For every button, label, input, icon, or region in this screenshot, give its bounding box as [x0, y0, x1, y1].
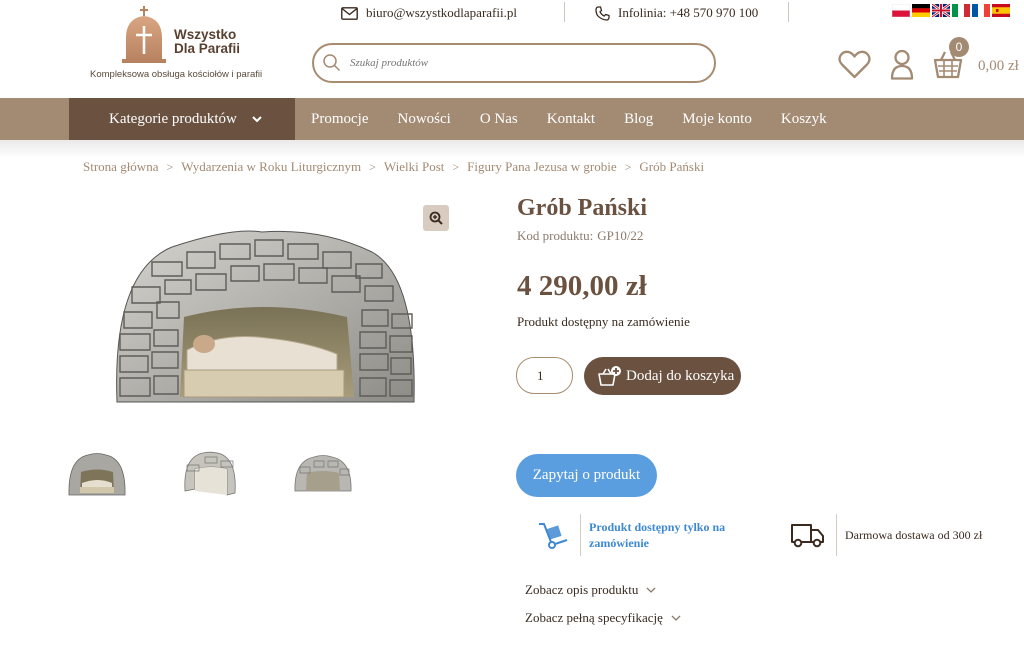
- breadcrumb-home[interactable]: Strona główna: [83, 159, 158, 175]
- phone-link[interactable]: Infolinia: +48 570 970 100: [595, 3, 758, 23]
- logo-line-2: Dla Parafii: [174, 41, 241, 56]
- product-code: Kod produktu: GP10/22: [517, 228, 643, 244]
- user-icon[interactable]: [890, 49, 914, 80]
- cart-count-badge: 0: [949, 37, 969, 57]
- ask-about-product-button[interactable]: Zapytaj o produkt: [516, 454, 657, 497]
- free-delivery-info: Darmowa dostawa od 300 zł: [790, 514, 982, 556]
- info-divider: [836, 514, 837, 556]
- chevron-down-icon: [671, 615, 681, 621]
- product-thumbnails: [68, 447, 352, 497]
- email-link[interactable]: biuro@wszystkodlaparafii.pl: [341, 3, 517, 23]
- product-thumbnail[interactable]: [68, 447, 126, 497]
- nav-item-promocje[interactable]: Promocje: [311, 111, 369, 128]
- logo-wordmark: Wszystko Dla Parafii: [174, 28, 240, 56]
- product-title: Grób Pański: [517, 195, 648, 221]
- order-only-info: Produkt dostępny tylko na zamówienie: [536, 514, 739, 556]
- product-description-toggle[interactable]: Zobacz opis produktu: [525, 582, 656, 598]
- main-navigation: Kategorie produktów Promocje Nowości O N…: [0, 98, 1024, 140]
- phone-icon: [595, 5, 610, 21]
- add-to-cart-button[interactable]: Dodaj do koszyka: [584, 357, 741, 395]
- order-only-text: Produkt dostępny tylko na zamówienie: [589, 520, 726, 550]
- product-code-label: Kod produktu:: [517, 228, 594, 243]
- product-main-image[interactable]: [92, 192, 437, 418]
- delivery-truck-icon: [791, 524, 824, 548]
- hand-truck-icon: [539, 523, 568, 549]
- nav-item-blog[interactable]: Blog: [624, 111, 653, 128]
- quantity-value: 1: [537, 367, 544, 383]
- breadcrumb-lent[interactable]: Wielki Post: [384, 159, 445, 175]
- breadcrumb-separator-icon: >: [624, 159, 632, 174]
- logo-tagline: Kompleksowa obsługa kościołów i parafii: [90, 69, 263, 80]
- quantity-input[interactable]: 1: [516, 357, 573, 394]
- product-thumbnail[interactable]: [181, 447, 239, 497]
- breadcrumb-separator-icon: >: [452, 159, 460, 174]
- nav-shadow: [0, 140, 1024, 158]
- add-to-cart-label: Dodaj do koszyka: [626, 367, 735, 384]
- breadcrumb-separator-icon: >: [166, 159, 174, 174]
- zoom-button[interactable]: [423, 205, 449, 231]
- language-switcher: [892, 4, 1010, 17]
- mail-icon: [341, 6, 358, 20]
- header-divider: [788, 2, 789, 22]
- product-categories-button[interactable]: Kategorie produktów: [69, 98, 295, 140]
- church-logo-icon: [122, 6, 166, 63]
- search-input[interactable]: [350, 57, 690, 69]
- product-specification-toggle[interactable]: Zobacz pełną specyfikację: [525, 610, 681, 626]
- description-toggle-label: Zobacz opis produktu: [525, 582, 639, 597]
- nav-item-koszyk[interactable]: Koszyk: [781, 111, 827, 128]
- categories-label: Kategorie produktów: [109, 110, 237, 127]
- header-divider: [564, 2, 565, 22]
- search-bar[interactable]: [312, 43, 716, 83]
- flag-de-icon[interactable]: [912, 4, 930, 17]
- email-text: biuro@wszystkodlaparafii.pl: [366, 5, 517, 20]
- heart-icon[interactable]: [838, 50, 871, 79]
- nav-item-moje-konto[interactable]: Moje konto: [682, 111, 752, 128]
- flag-pl-icon[interactable]: [892, 4, 910, 17]
- flag-es-icon[interactable]: [992, 4, 1010, 17]
- cart-total[interactable]: 0,00 zł: [978, 58, 1019, 75]
- availability-text: Produkt dostępny na zamówienie: [517, 314, 690, 329]
- logo-line-1: Wszystko: [174, 27, 237, 42]
- site-logo[interactable]: Wszystko Dla Parafii Kompleksowa obsługa…: [90, 2, 280, 84]
- breadcrumb-current: Grób Pański: [639, 159, 705, 174]
- breadcrumb-figures[interactable]: Figury Pana Jezusa w grobie: [467, 159, 616, 175]
- phone-text: Infolinia: +48 570 970 100: [618, 5, 759, 20]
- cart-add-icon: [598, 366, 621, 386]
- flag-it-icon[interactable]: [952, 4, 970, 17]
- specification-toggle-label: Zobacz pełną specyfikację: [525, 610, 663, 625]
- chevron-down-icon: [646, 587, 656, 593]
- nav-item-kontakt[interactable]: Kontakt: [547, 111, 595, 128]
- free-delivery-text: Darmowa dostawa od 300 zł: [845, 527, 983, 542]
- flag-en-icon[interactable]: [932, 4, 950, 17]
- zoom-in-icon: [429, 211, 443, 225]
- chevron-down-icon: [252, 116, 262, 123]
- breadcrumb: Strona główna > Wydarzenia w Roku Liturg…: [83, 159, 704, 175]
- nav-item-o-nas[interactable]: O Nas: [480, 111, 518, 128]
- breadcrumb-liturgical-year[interactable]: Wydarzenia w Roku Liturgicznym: [181, 159, 361, 175]
- info-divider: [580, 514, 581, 556]
- product-code-value: GP10/22: [597, 228, 644, 243]
- search-icon: [323, 54, 341, 72]
- nav-item-nowosci[interactable]: Nowości: [398, 111, 451, 128]
- flag-fr-icon[interactable]: [972, 4, 990, 17]
- breadcrumb-separator-icon: >: [369, 159, 376, 174]
- product-thumbnail[interactable]: [294, 447, 352, 497]
- product-price: 4 290,00 zł: [517, 270, 647, 302]
- nav-links: Promocje Nowości O Nas Kontakt Blog Moje…: [311, 98, 827, 140]
